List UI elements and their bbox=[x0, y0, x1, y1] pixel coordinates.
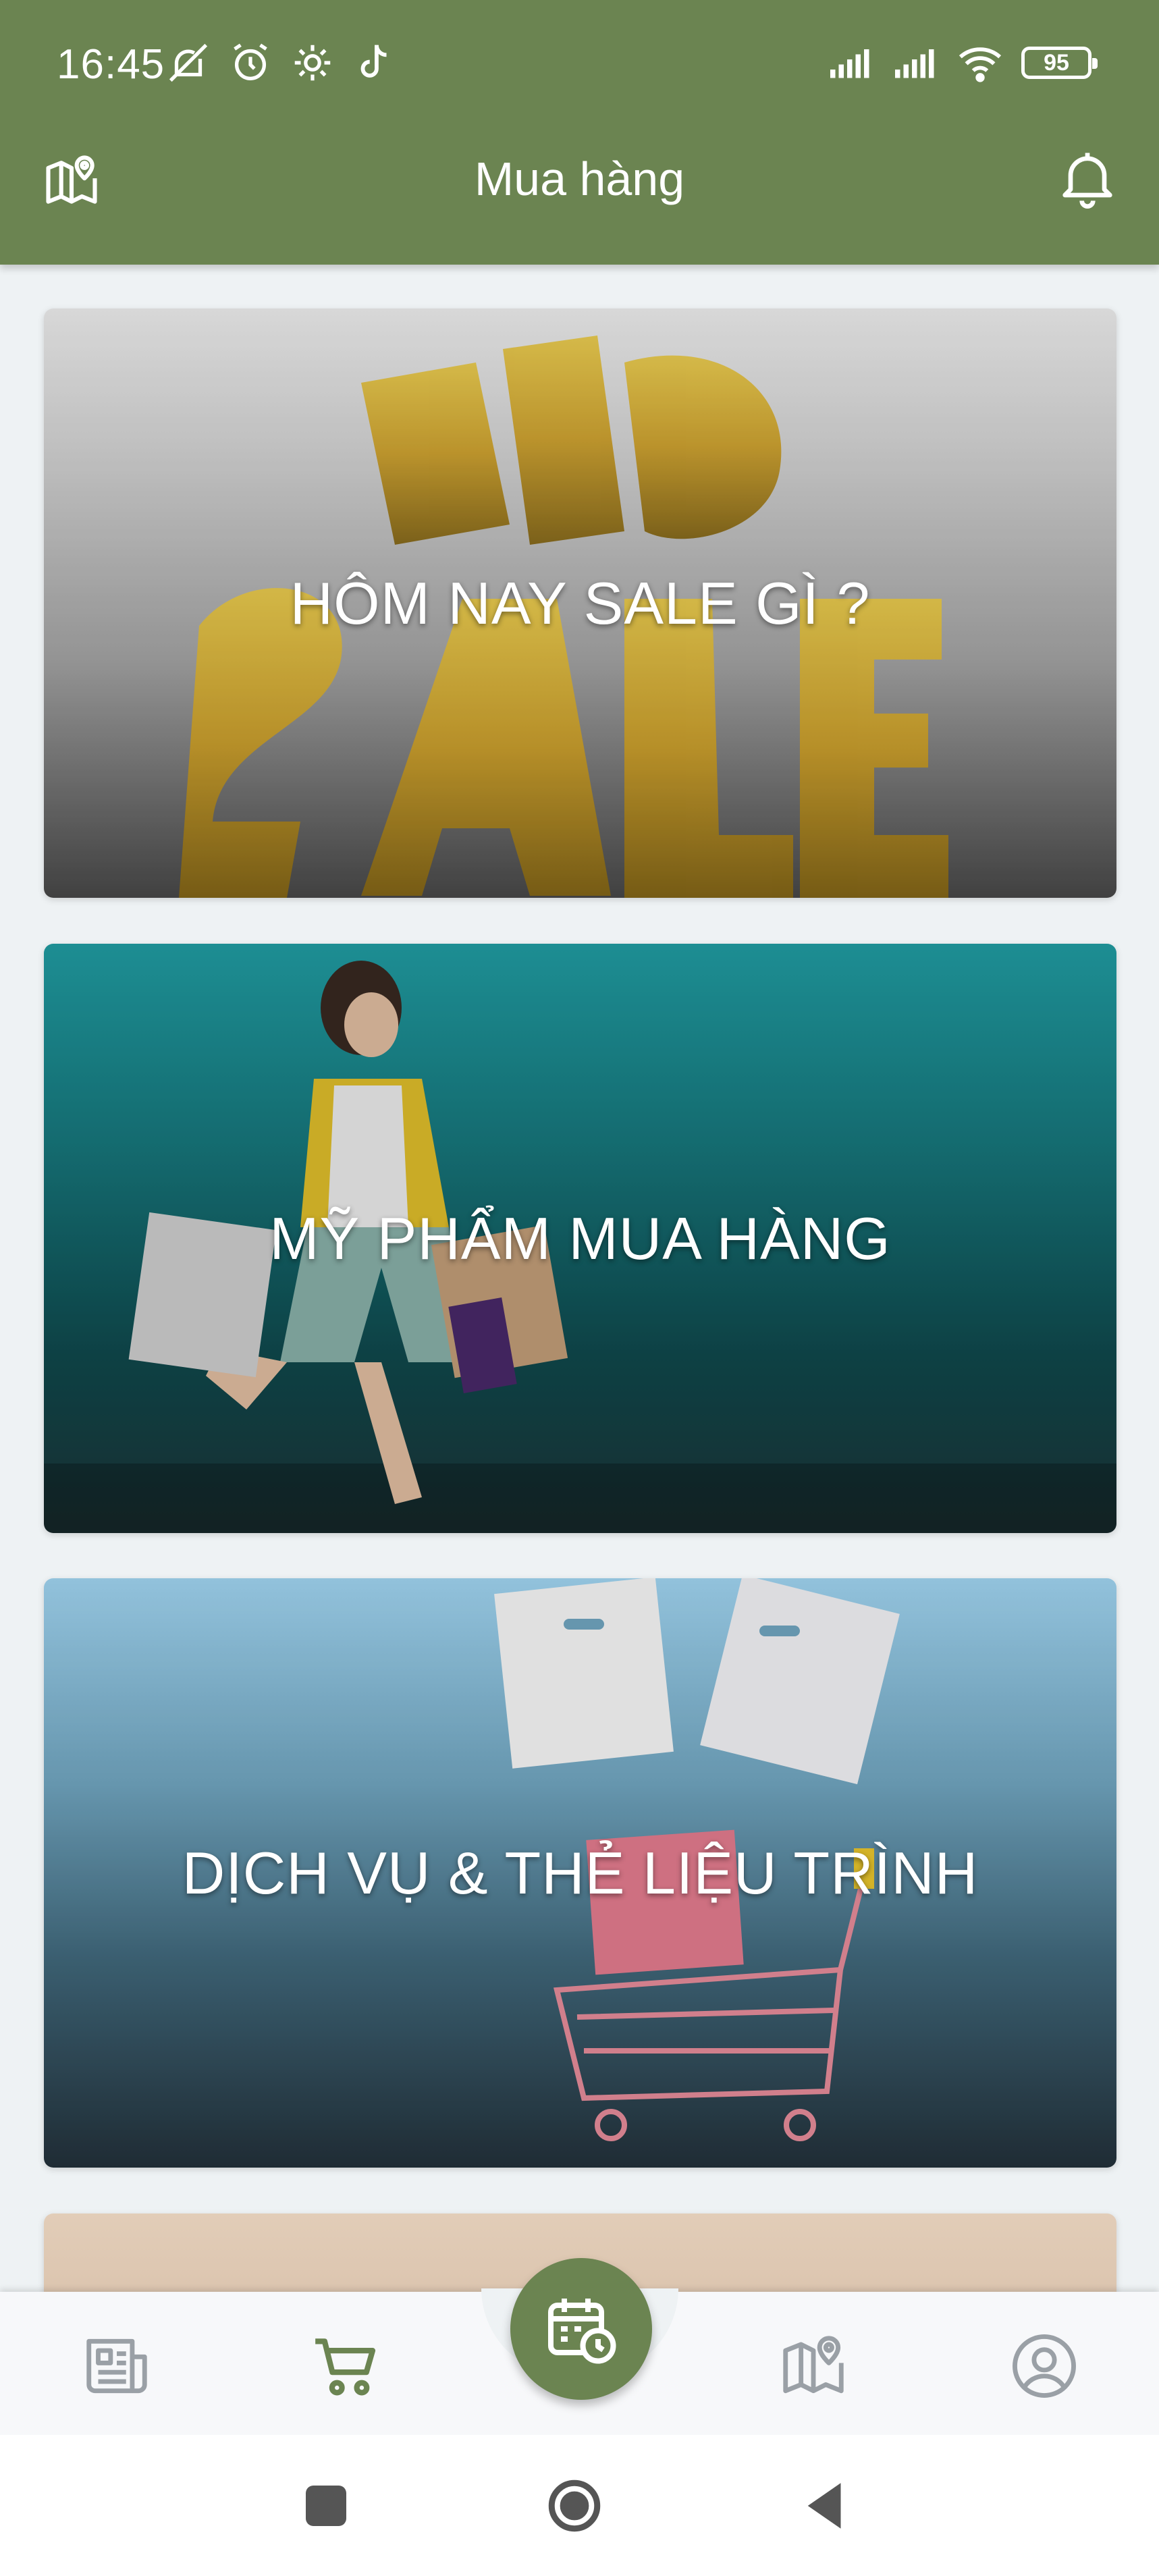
calendar-clock-icon bbox=[548, 2299, 616, 2364]
map-icon[interactable] bbox=[776, 2329, 851, 2403]
card-sale[interactable]: HÔM NAY SALE GÌ ? bbox=[44, 308, 1116, 898]
status-time: 16:45 bbox=[57, 41, 165, 88]
signal-icon bbox=[895, 49, 934, 78]
system-nav-bar bbox=[0, 2435, 1159, 2576]
signal-icon bbox=[830, 49, 869, 78]
bell-icon[interactable] bbox=[1054, 144, 1121, 212]
profile-icon[interactable] bbox=[1007, 2329, 1081, 2403]
page-title: Mua hàng bbox=[474, 153, 685, 205]
card-services[interactable]: DỊCH VỤ & THẺ LIỆU TRÌNH bbox=[44, 1578, 1116, 2168]
mute-icon bbox=[169, 43, 208, 82]
recents-icon[interactable] bbox=[296, 2475, 356, 2536]
card-list: HÔM NAY SALE GÌ ? MỸ PHẨM MUA HÀNG DỊCH … bbox=[0, 265, 1159, 2551]
cart-icon[interactable] bbox=[309, 2329, 383, 2403]
status-bar: 16:45 95 bbox=[0, 27, 1159, 101]
alarm-icon bbox=[234, 43, 267, 80]
card-title: HÔM NAY SALE GÌ ? bbox=[290, 569, 871, 637]
booking-button[interactable] bbox=[510, 2258, 652, 2400]
back-icon[interactable] bbox=[795, 2475, 856, 2536]
card-cosmetics[interactable]: MỸ PHẨM MUA HÀNG bbox=[44, 944, 1116, 1533]
tiktok-icon bbox=[360, 45, 387, 78]
wifi-icon bbox=[959, 47, 1002, 82]
home-icon[interactable] bbox=[544, 2475, 605, 2536]
news-icon[interactable] bbox=[80, 2329, 154, 2403]
battery-icon: 95 bbox=[1021, 47, 1098, 79]
bottom-nav bbox=[0, 2258, 1159, 2435]
app-bar: 16:45 95 Mua hàng bbox=[0, 0, 1159, 265]
card-title: DỊCH VỤ & THẺ LIỆU TRÌNH bbox=[182, 1839, 979, 1906]
settings-icon bbox=[294, 45, 331, 81]
card-title: MỸ PHẨM MUA HÀNG bbox=[269, 1204, 891, 1272]
